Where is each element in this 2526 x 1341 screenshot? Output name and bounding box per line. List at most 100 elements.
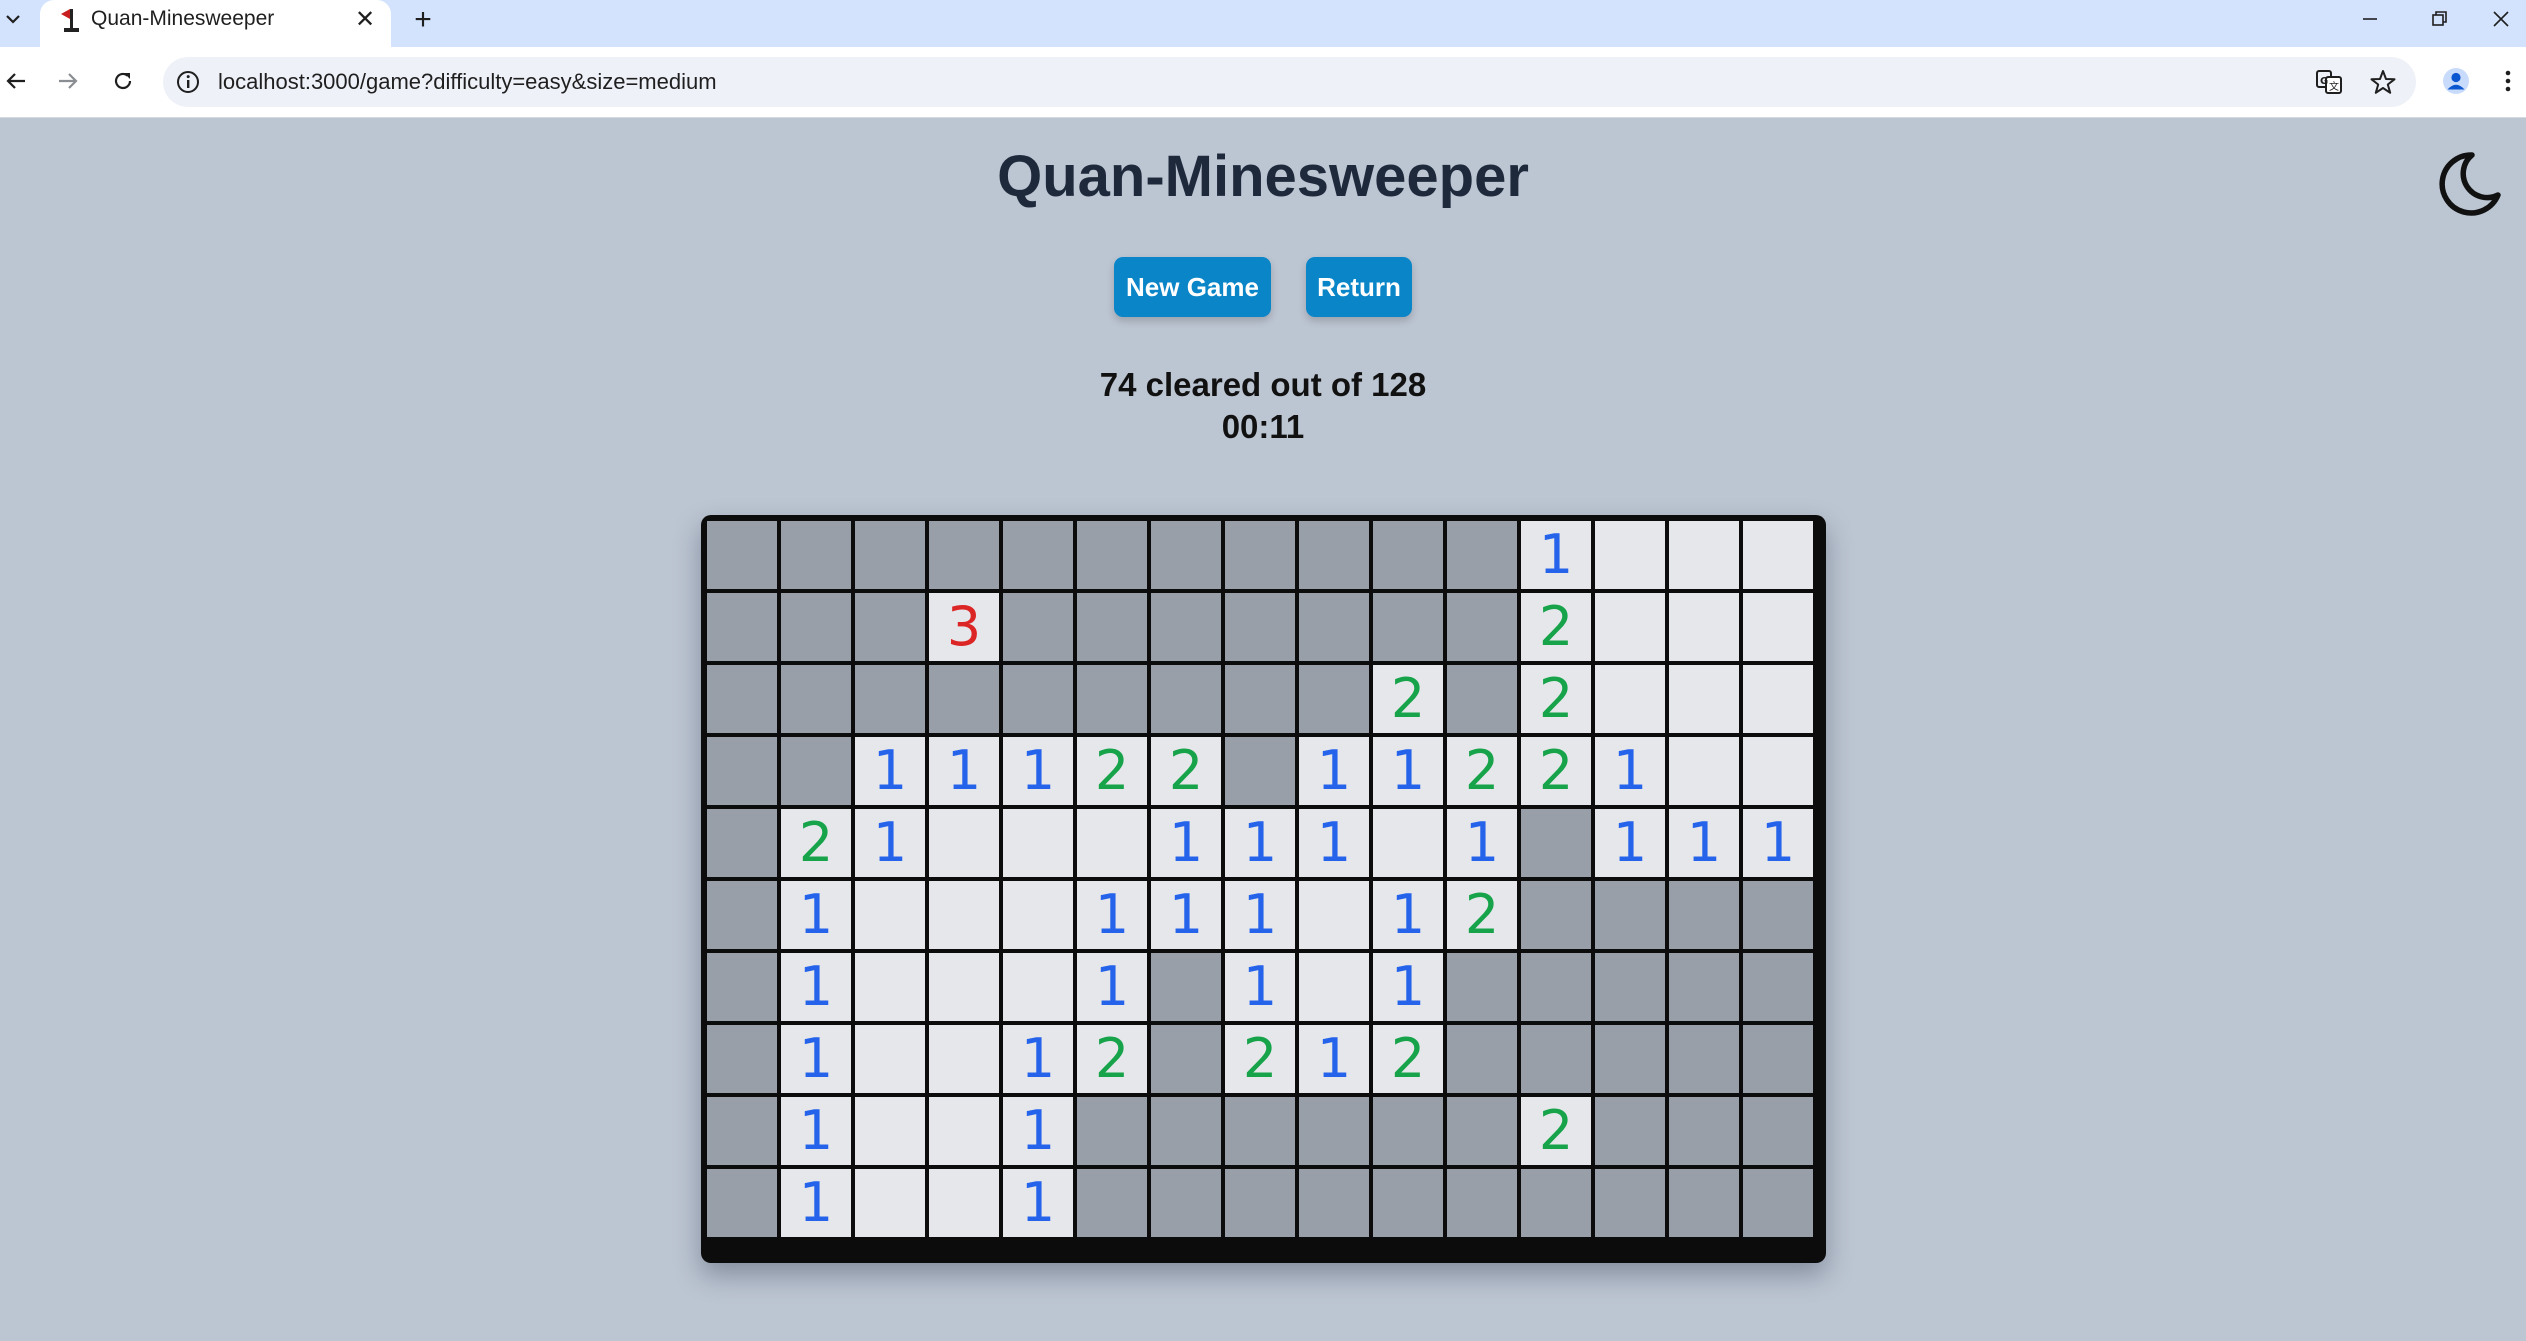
covered-cell[interactable]: [1743, 1169, 1813, 1237]
revealed-number-cell[interactable]: 1: [781, 1097, 851, 1165]
covered-cell[interactable]: [1077, 1169, 1147, 1237]
translate-icon[interactable]: G 文: [2314, 67, 2344, 97]
covered-cell[interactable]: [1595, 881, 1665, 949]
revealed-empty-cell[interactable]: [1669, 593, 1739, 661]
covered-cell[interactable]: [1669, 1025, 1739, 1093]
covered-cell[interactable]: [1669, 881, 1739, 949]
revealed-empty-cell[interactable]: [1669, 737, 1739, 805]
covered-cell[interactable]: [1225, 593, 1295, 661]
covered-cell[interactable]: [1299, 1097, 1369, 1165]
revealed-number-cell[interactable]: 1: [781, 953, 851, 1021]
covered-cell[interactable]: [1595, 953, 1665, 1021]
covered-cell[interactable]: [1595, 1097, 1665, 1165]
covered-cell[interactable]: [1595, 1025, 1665, 1093]
revealed-empty-cell[interactable]: [1077, 809, 1147, 877]
reload-icon[interactable]: [103, 61, 143, 101]
revealed-empty-cell[interactable]: [1743, 521, 1813, 589]
covered-cell[interactable]: [1225, 1169, 1295, 1237]
revealed-number-cell[interactable]: 1: [1299, 809, 1369, 877]
profile-avatar-icon[interactable]: [2436, 61, 2476, 101]
covered-cell[interactable]: [855, 665, 925, 733]
covered-cell[interactable]: [1373, 593, 1443, 661]
minimize-window-icon[interactable]: [2335, 0, 2405, 38]
covered-cell[interactable]: [855, 521, 925, 589]
covered-cell[interactable]: [1743, 881, 1813, 949]
revealed-number-cell[interactable]: 1: [781, 881, 851, 949]
covered-cell[interactable]: [1299, 665, 1369, 733]
covered-cell[interactable]: [1299, 593, 1369, 661]
covered-cell[interactable]: [707, 665, 777, 733]
covered-cell[interactable]: [1003, 665, 1073, 733]
revealed-number-cell[interactable]: 1: [1299, 1025, 1369, 1093]
covered-cell[interactable]: [1447, 593, 1517, 661]
revealed-number-cell[interactable]: 1: [1299, 737, 1369, 805]
covered-cell[interactable]: [1225, 521, 1295, 589]
covered-cell[interactable]: [707, 1025, 777, 1093]
covered-cell[interactable]: [929, 665, 999, 733]
covered-cell[interactable]: [1669, 1169, 1739, 1237]
covered-cell[interactable]: [1151, 593, 1221, 661]
new-game-button[interactable]: New Game: [1114, 257, 1271, 317]
revealed-number-cell[interactable]: 2: [1521, 593, 1591, 661]
covered-cell[interactable]: [1077, 521, 1147, 589]
revealed-empty-cell[interactable]: [1669, 665, 1739, 733]
tab-close-icon[interactable]: ✕: [350, 4, 380, 34]
revealed-empty-cell[interactable]: [855, 953, 925, 1021]
revealed-empty-cell[interactable]: [855, 1169, 925, 1237]
covered-cell[interactable]: [1151, 953, 1221, 1021]
revealed-number-cell[interactable]: 1: [1003, 1097, 1073, 1165]
revealed-number-cell[interactable]: 2: [1521, 737, 1591, 805]
revealed-empty-cell[interactable]: [1373, 809, 1443, 877]
covered-cell[interactable]: [707, 1097, 777, 1165]
close-window-icon[interactable]: [2475, 0, 2526, 38]
covered-cell[interactable]: [1521, 1025, 1591, 1093]
covered-cell[interactable]: [1669, 953, 1739, 1021]
covered-cell[interactable]: [1373, 1169, 1443, 1237]
revealed-number-cell[interactable]: 1: [1225, 881, 1295, 949]
revealed-empty-cell[interactable]: [855, 1097, 925, 1165]
revealed-number-cell[interactable]: 3: [929, 593, 999, 661]
revealed-empty-cell[interactable]: [1003, 809, 1073, 877]
revealed-number-cell[interactable]: 2: [1225, 1025, 1295, 1093]
browser-menu-icon[interactable]: [2491, 61, 2525, 101]
covered-cell[interactable]: [1077, 593, 1147, 661]
revealed-number-cell[interactable]: 2: [1521, 1097, 1591, 1165]
revealed-number-cell[interactable]: 1: [855, 737, 925, 805]
revealed-number-cell[interactable]: 2: [1373, 665, 1443, 733]
covered-cell[interactable]: [1521, 1169, 1591, 1237]
bookmark-star-icon[interactable]: [2368, 67, 2398, 97]
covered-cell[interactable]: [1743, 1097, 1813, 1165]
revealed-number-cell[interactable]: 1: [781, 1025, 851, 1093]
browser-tab[interactable]: Quan-Minesweeper ✕: [40, 0, 391, 47]
covered-cell[interactable]: [707, 881, 777, 949]
revealed-empty-cell[interactable]: [1595, 521, 1665, 589]
covered-cell[interactable]: [707, 809, 777, 877]
revealed-number-cell[interactable]: 1: [1077, 953, 1147, 1021]
moon-icon[interactable]: [2438, 151, 2502, 217]
covered-cell[interactable]: [707, 521, 777, 589]
covered-cell[interactable]: [1447, 953, 1517, 1021]
revealed-empty-cell[interactable]: [929, 809, 999, 877]
revealed-empty-cell[interactable]: [929, 1169, 999, 1237]
revealed-number-cell[interactable]: 2: [781, 809, 851, 877]
revealed-empty-cell[interactable]: [1003, 881, 1073, 949]
revealed-number-cell[interactable]: 1: [1521, 521, 1591, 589]
covered-cell[interactable]: [1151, 521, 1221, 589]
covered-cell[interactable]: [1447, 1097, 1517, 1165]
site-info-icon[interactable]: [175, 69, 201, 95]
revealed-number-cell[interactable]: 2: [1077, 1025, 1147, 1093]
revealed-number-cell[interactable]: 2: [1077, 737, 1147, 805]
covered-cell[interactable]: [1151, 1169, 1221, 1237]
revealed-number-cell[interactable]: 1: [1595, 809, 1665, 877]
covered-cell[interactable]: [707, 953, 777, 1021]
revealed-empty-cell[interactable]: [1003, 953, 1073, 1021]
revealed-number-cell[interactable]: 1: [1373, 881, 1443, 949]
covered-cell[interactable]: [781, 737, 851, 805]
revealed-number-cell[interactable]: 1: [1077, 881, 1147, 949]
tab-search-chevron-icon[interactable]: [0, 0, 26, 38]
covered-cell[interactable]: [1743, 1025, 1813, 1093]
return-button[interactable]: Return: [1306, 257, 1412, 317]
revealed-empty-cell[interactable]: [1743, 593, 1813, 661]
covered-cell[interactable]: [1373, 1097, 1443, 1165]
covered-cell[interactable]: [1521, 881, 1591, 949]
